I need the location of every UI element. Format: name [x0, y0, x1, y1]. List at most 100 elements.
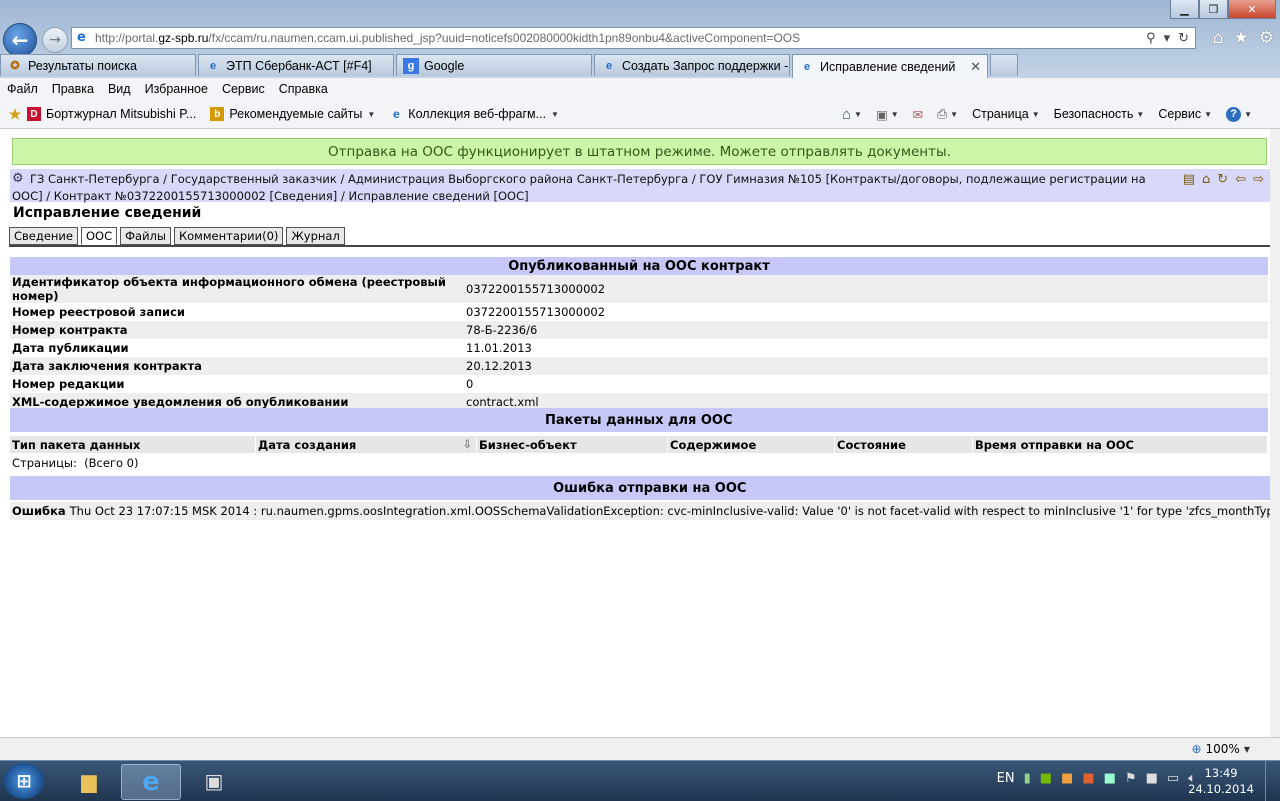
address-bar[interactable]: e http://portal.gz-spb.ru/fx/ccam/ru.nau…	[71, 27, 1196, 49]
favorite-link[interactable]: b Рекомендуемые сайты ▼	[210, 107, 375, 121]
browser-tab[interactable]: g Google	[396, 54, 592, 76]
folder-icon[interactable]: ▤	[1183, 172, 1195, 187]
tab-files[interactable]: Файлы	[120, 227, 171, 245]
ie-favicon-icon: e	[605, 59, 613, 72]
tab-comments[interactable]: Комментарии(0)	[173, 227, 284, 245]
minimize-button[interactable]: ▁	[1170, 0, 1199, 19]
close-window-button[interactable]: ✕	[1228, 0, 1276, 19]
favorite-link[interactable]: D Бортжурнал Mitsubishi P...	[27, 107, 196, 121]
browser-tab[interactable]: e ЭТП Сбербанк-АСТ [#F4]	[198, 54, 394, 76]
app-tray-icon[interactable]: ■	[1104, 771, 1116, 786]
zoom-control[interactable]: ⊕ 100% ▼	[1191, 742, 1250, 756]
vertical-scrollbar[interactable]	[1270, 129, 1280, 737]
ie-page-icon: e	[77, 30, 86, 45]
mail-command[interactable]: ✉	[913, 107, 923, 122]
favorites-star-icon[interactable]: ★	[1234, 28, 1249, 48]
menu-tools[interactable]: Сервис	[215, 82, 272, 96]
arrow-right-icon[interactable]: ⇨	[1253, 172, 1264, 187]
tab-journal[interactable]: Журнал	[286, 227, 345, 245]
home-icon[interactable]: ⌂	[1202, 172, 1210, 187]
home-command[interactable]: ⌂ ▼	[842, 106, 862, 123]
tab-svedenie[interactable]: Сведение	[9, 227, 78, 245]
section-heading: Ошибка отправки на ООС	[10, 476, 1280, 500]
table-row: Дата заключения контракта 20.12.2013	[10, 357, 1268, 375]
nvidia-icon[interactable]: ■	[1040, 771, 1052, 786]
menu-file[interactable]: Файл	[0, 82, 45, 96]
window-controls: ▁ ❐ ✕	[1170, 0, 1276, 20]
favorite-link[interactable]: e Коллекция веб-фрагм... ▼	[389, 107, 559, 121]
menu-view[interactable]: Вид	[101, 82, 138, 96]
pages-total: (Всего 0)	[84, 456, 139, 470]
safety-menu[interactable]: Безопасность ▼	[1054, 107, 1145, 121]
column-header[interactable]: Содержимое	[667, 436, 835, 453]
monitor-icon[interactable]: ▭	[1167, 771, 1179, 786]
camera-icon: ▣	[204, 769, 224, 793]
search-favicon-icon: ✪	[10, 60, 20, 72]
menu-favorites[interactable]: Избранное	[138, 82, 215, 96]
start-button[interactable]: ⊞	[4, 763, 44, 799]
column-header[interactable]: Тип пакета данных	[10, 436, 256, 453]
ie-icon: e	[142, 767, 160, 797]
tools-menu[interactable]: Сервис ▼	[1158, 107, 1212, 121]
menu-bar: Файл Правка Вид Избранное Сервис Справка	[0, 78, 1280, 100]
column-header[interactable]: Время отправки на ООС	[972, 436, 1268, 453]
table-row: Номер контракта 78-Б-2236/6	[10, 321, 1268, 339]
breadcrumb: ⚙ ГЗ Санкт-Петербурга / Государственный …	[10, 169, 1270, 205]
status-banner: Отправка на ООС функционирует в штатном …	[12, 138, 1267, 165]
search-icon[interactable]: ⚲	[1146, 31, 1156, 46]
zoom-icon: ⊕	[1191, 742, 1202, 756]
bing-icon: b	[210, 107, 225, 121]
home-icon[interactable]: ⌂	[1213, 28, 1224, 48]
breadcrumb-text[interactable]: ГЗ Санкт-Петербурга / Государственный за…	[12, 171, 1152, 205]
command-bar: ⌂ ▼ ▣ ▼ ✉ ⎙ ▼ Страница ▼ Безопасность ▼ Серви…	[842, 106, 1252, 123]
column-header[interactable]: Состояние	[834, 436, 973, 453]
page-tabs: Сведение ООС Файлы Комментарии(0) Журнал	[9, 227, 345, 245]
tab-oos[interactable]: ООС	[80, 227, 118, 245]
sort-arrow-down-icon[interactable]: ⇩	[462, 437, 472, 451]
tab-divider	[9, 245, 1270, 247]
d-icon: D	[27, 107, 41, 121]
browser-tab[interactable]: ✪ Результаты поиска	[0, 54, 196, 76]
printer-icon: ⎙	[937, 106, 948, 121]
rss-icon: ▣	[875, 107, 888, 122]
app-tray-icon[interactable]: ■	[1082, 771, 1094, 786]
menu-help[interactable]: Справка	[272, 82, 335, 96]
arrow-left-icon[interactable]: ⇦	[1235, 172, 1246, 187]
language-indicator[interactable]: EN	[997, 771, 1015, 786]
flag-icon[interactable]: ⚑	[1125, 771, 1137, 786]
feeds-command[interactable]: ▣ ▼	[876, 107, 899, 122]
favorites-star-icon[interactable]: ★	[8, 106, 22, 122]
show-desktop-button[interactable]	[1265, 761, 1280, 801]
print-command[interactable]: ⎙ ▼	[937, 107, 958, 122]
taskbar-ie[interactable]: e	[121, 764, 181, 800]
help-icon: ?	[1226, 106, 1242, 122]
table-row: Идентификатор объекта информационного об…	[10, 275, 1268, 303]
taskbar-app[interactable]: ▣	[185, 764, 243, 798]
ie-favicon-icon: e	[209, 59, 217, 72]
forward-button[interactable]: →	[42, 27, 68, 53]
taskbar-explorer[interactable]: ▆	[60, 764, 118, 798]
clock[interactable]: 13:49 24.10.2014	[1188, 765, 1254, 797]
url-text[interactable]: http://portal.gz-spb.ru/fx/ccam/ru.naume…	[95, 31, 1146, 45]
refresh-icon[interactable]: ↻	[1217, 172, 1228, 187]
gear-icon[interactable]: ⚙	[1259, 28, 1274, 48]
back-button[interactable]: ←	[3, 23, 37, 57]
page-content: Отправка на ООС функционирует в штатном …	[0, 129, 1280, 737]
refresh-icon[interactable]: ↻	[1178, 31, 1189, 46]
new-tab-button[interactable]	[990, 54, 1018, 76]
network-icon[interactable]: ▮	[1024, 771, 1031, 786]
app-tray-icon[interactable]: ■	[1146, 771, 1158, 786]
page-menu[interactable]: Страница ▼	[972, 107, 1040, 121]
maximize-button[interactable]: ❐	[1199, 0, 1228, 19]
close-tab-icon[interactable]: ✕	[962, 59, 981, 75]
dropdown-arrow-icon[interactable]: ▾	[1164, 31, 1171, 46]
browser-tab-active[interactable]: e Исправление сведений ✕	[792, 54, 988, 78]
taskbar: ⊞ ▆ e ▣ EN ▮ ■ ■ ■ ■ ⚑ ■ ▭ 🔈︎ 13:49 24.1…	[0, 760, 1280, 801]
menu-edit[interactable]: Правка	[45, 82, 101, 96]
column-header[interactable]: Бизнес-объект	[476, 436, 668, 453]
page-title: Исправление сведений	[13, 205, 202, 221]
app-tray-icon[interactable]: ■	[1061, 771, 1073, 786]
column-header[interactable]: Дата создания ⇩	[255, 436, 477, 453]
browser-tab[interactable]: e Создать Запрос поддержки - ...	[594, 54, 790, 76]
help-command[interactable]: ? ▼	[1226, 106, 1252, 122]
